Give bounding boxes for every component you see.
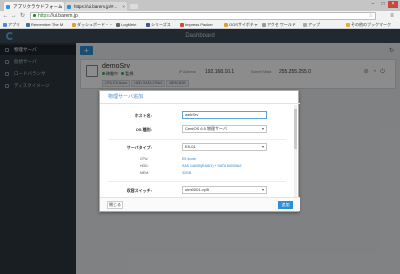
folder-icon — [346, 23, 350, 27]
hdd-value: SAS 146GB(RAID1) + SATA 500GBx2 — [182, 164, 242, 168]
os-select[interactable]: CentOS 6.5 物理サーバ ▾ — [182, 125, 267, 133]
minimize-icon[interactable]: – — [368, 1, 378, 8]
bookmark-label: LogMein — [121, 22, 137, 27]
url-host: ://ui.barem.jp — [48, 13, 78, 19]
lock-icon — [33, 14, 36, 17]
bookmark-label: Remember The M — [31, 22, 64, 27]
favicon-icon — [67, 4, 71, 9]
bookmark-item[interactable]: アプリ — [3, 21, 20, 29]
server-type-label: サーバタイプ: — [126, 145, 152, 150]
chrome-menu-icon[interactable]: ≡ — [388, 12, 396, 20]
bookmark-favicon-icon — [72, 23, 76, 27]
hdd-label: HDD: — [140, 164, 149, 168]
bookmark-favicon-icon — [116, 23, 120, 27]
bookmark-label: ダッシュボード・・ — [77, 22, 113, 27]
add-button[interactable]: 追加 — [278, 201, 293, 209]
dialog-scrollbar[interactable] — [294, 105, 297, 199]
url-scheme: https — [38, 13, 49, 19]
apps-icon — [3, 23, 7, 27]
cpu-value: E5 4core — [182, 157, 197, 161]
bookmark-label: アプリ — [8, 22, 20, 27]
forward-icon[interactable]: → — [10, 12, 17, 20]
bookmark-label: Impress Packer — [185, 22, 213, 27]
dialog-title: 物理サーバ追加 — [100, 91, 300, 104]
switch-select[interactable]: utm0001-vyl5 ▾ — [182, 186, 267, 194]
bookmark-label: シリーズス — [151, 22, 171, 27]
close-window-icon[interactable]: × — [388, 1, 398, 8]
hostname-input[interactable]: webSrv — [182, 111, 267, 119]
bookmark-item[interactable]: LogMein — [116, 21, 136, 29]
bookmark-item[interactable]: OOSサイボチャ — [224, 21, 258, 29]
favicon-icon — [6, 4, 10, 9]
bookmark-favicon-icon — [303, 23, 307, 27]
bookmark-label: OOSサイボチャ — [229, 22, 258, 27]
tab-close-icon[interactable]: × — [59, 2, 62, 11]
tab-close-icon[interactable]: × — [122, 2, 125, 11]
mem-label: MEM: — [140, 171, 150, 175]
chevron-down-icon: ▾ — [261, 126, 264, 131]
maximize-icon[interactable]: □ — [378, 1, 388, 8]
bookmark-item[interactable]: その他のブックマーク — [346, 21, 391, 29]
divider — [108, 181, 286, 182]
dialog-footer: 閉じる 追加 — [100, 197, 300, 211]
switch-label: 収容スイッチ: — [126, 188, 152, 193]
bookmark-star-icon[interactable]: ☆ — [369, 13, 373, 19]
bookmark-item[interactable]: シリーズス — [146, 21, 171, 29]
tab-inactive[interactable]: https://ui.barem.jp/#... × — [65, 2, 127, 11]
hostname-label: ホスト名: — [134, 113, 152, 118]
new-tab-button[interactable] — [130, 4, 138, 9]
server-type-value: E5-01 — [185, 144, 196, 149]
tab-active[interactable]: アプリクラウドフォーム × — [4, 2, 64, 11]
tab-strip: アプリクラウドフォーム × https://ui.barem.jp/#... ×… — [0, 0, 400, 11]
bookmark-label: アクセ ワールド — [267, 22, 296, 27]
bookmark-favicon-icon — [146, 23, 150, 27]
divider — [108, 139, 286, 140]
chevron-down-icon: ▾ — [261, 144, 264, 149]
bookmark-favicon-icon — [26, 23, 30, 27]
bookmark-item[interactable]: アップ — [303, 21, 320, 29]
os-select-value: CentOS 6.5 物理サーバ — [185, 126, 227, 131]
bookmark-favicon-icon — [180, 23, 184, 27]
chevron-down-icon: ▾ — [261, 187, 264, 192]
bookmark-favicon-icon — [224, 23, 228, 27]
os-label: OS 種別: — [135, 127, 152, 132]
add-server-dialog: 物理サーバ追加 ホスト名: webSrv OS 種別: CentOS 6.5 物… — [99, 90, 300, 212]
reload-icon[interactable]: ↻ — [19, 12, 26, 20]
bookmark-item[interactable]: ダッシュボード・・ — [72, 21, 113, 29]
bookmark-favicon-icon — [262, 23, 266, 27]
close-button[interactable]: 閉じる — [107, 201, 123, 209]
switch-value: utm0001-vyl5 — [185, 187, 210, 192]
bookmark-item[interactable]: Remember The M — [26, 21, 63, 29]
browser-toolbar: ← → ↻ https://ui.barem.jp ☆ ≡ — [0, 11, 400, 21]
tab-title: アプリクラウドフォーム — [13, 4, 63, 9]
bookmarks-bar: アプリ Remember The M ダッシュボード・・ LogMein シリー… — [0, 21, 400, 29]
server-type-select[interactable]: E5-01 ▾ — [182, 143, 267, 151]
browser-window: アプリクラウドフォーム × https://ui.barem.jp/#... ×… — [0, 0, 400, 274]
bookmark-label: その他のブックマーク — [351, 22, 391, 27]
tab-title: https://ui.barem.jp/#... — [74, 4, 118, 9]
back-icon[interactable]: ← — [2, 12, 9, 20]
address-bar[interactable]: https://ui.barem.jp ☆ — [30, 12, 376, 20]
bookmark-label: アップ — [308, 22, 320, 27]
mem-value: 32GB — [182, 171, 191, 175]
scrollbar-thumb[interactable] — [294, 109, 297, 149]
cpu-label: CPU: — [140, 157, 149, 161]
bookmark-item[interactable]: アクセ ワールド — [262, 21, 296, 29]
bookmark-item[interactable]: Impress Packer — [180, 21, 213, 29]
